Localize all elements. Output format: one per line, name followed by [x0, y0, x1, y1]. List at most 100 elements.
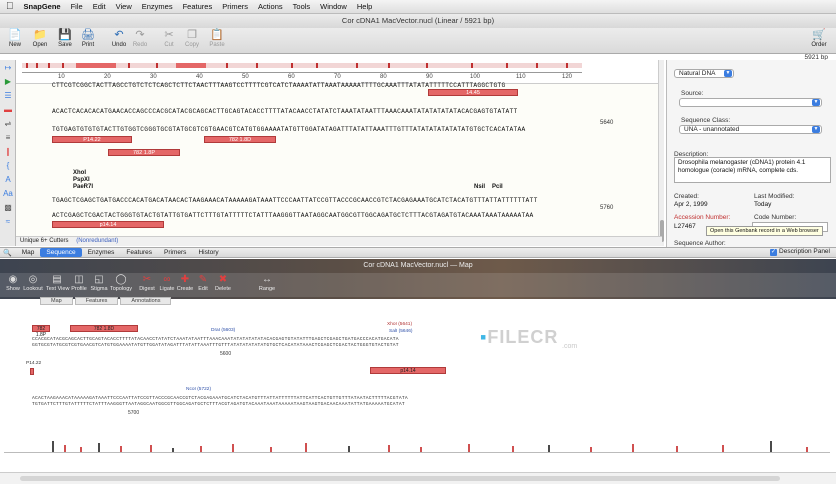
sequence-row-top[interactable]: ACACTCACACACATGAACACCAGCCCACGCATACGCAGCA… [52, 108, 518, 115]
topology-button[interactable]: ◯ Topology [110, 274, 132, 292]
enzyme-xhoi-map[interactable]: XhoI (5641) [387, 322, 412, 327]
menu-help[interactable]: Help [357, 2, 372, 11]
enzyme-ncoi-map[interactable]: NcoI (5722) [186, 387, 211, 392]
tab-features-2[interactable]: Features [74, 297, 119, 305]
tab-features[interactable]: Features [120, 248, 158, 257]
feature-p14-14-map[interactable]: p14.14 [370, 367, 446, 374]
primer-tool-icon[interactable]: ⇌ [2, 119, 14, 129]
font-tool-icon[interactable]: A [2, 175, 14, 185]
apple-icon[interactable]:  [6, 1, 14, 12]
source-select[interactable]: ▼ [679, 98, 822, 107]
enzyme-pcii[interactable]: PciI [492, 184, 503, 190]
enzyme-tool-icon[interactable]: ☰ [2, 91, 14, 101]
enzyme-set-selector[interactable]: Unique 6+ Cutters [20, 238, 69, 244]
paste-button[interactable]: 📋 Paste [204, 29, 230, 48]
tab-map[interactable]: Map [16, 248, 41, 257]
case-tool-icon[interactable]: ▩ [2, 203, 14, 213]
menu-features[interactable]: Features [183, 2, 213, 11]
map-sequence-bottom[interactable]: GGTGCGTATGCGTCGTGAACGTCATGTGGAAAATATGTTG… [32, 343, 399, 348]
tab-annotations-2[interactable]: Annotations [120, 297, 172, 305]
tab-map-2[interactable]: Map [40, 297, 73, 305]
profile-button[interactable]: ◫ Profile [68, 274, 90, 292]
redo-button[interactable]: ↷ Redo [127, 29, 153, 48]
description-panel-toggle[interactable]: ✓ Description Panel [770, 248, 830, 256]
enzyme-paer7i[interactable]: PaeR7I [73, 184, 93, 190]
second-window-title: Cor cDNA1 MacVector.nucl — Map [363, 262, 473, 269]
feature-782-1-8d-map[interactable]: 782 1.8D [70, 325, 138, 332]
brace-tool-icon[interactable]: { [2, 161, 14, 171]
sequence-row-top[interactable]: TGAGCTCGAGCTGATGACCCACATGACATAACACTAAGAA… [52, 197, 538, 204]
copy-button[interactable]: ❐ Copy [179, 29, 205, 48]
menu-file[interactable]: File [71, 2, 83, 11]
feature-p14-22-map-arrow[interactable] [30, 368, 34, 375]
feature-p14-14[interactable]: p14.14 [52, 221, 164, 228]
menu-tools[interactable]: Tools [293, 2, 311, 11]
text-icon: ▤ [52, 274, 62, 285]
order-button[interactable]: 🛒 Order [806, 29, 832, 48]
show-button[interactable]: ◉ Show [2, 274, 24, 292]
menu-actions[interactable]: Actions [258, 2, 283, 11]
open-button[interactable]: 📁 Open [27, 29, 53, 48]
feature-p14-22[interactable]: P14.22 [52, 136, 132, 143]
map-sequence-top[interactable]: ACACTAAGAAACATAAAAAGATAAATTCCCAATTATCCGT… [32, 396, 408, 401]
translation-tool-icon[interactable]: ▶ [2, 77, 14, 87]
tab-history[interactable]: History [192, 248, 224, 257]
enzyme-xhoi[interactable]: XhoI [73, 170, 86, 176]
select-tool-icon[interactable]: ↦ [2, 63, 14, 73]
sequence-row-bottom[interactable]: TGTGAGTGTGTGTACTTGTGGTCGGGTGCGTATGCGTCGT… [52, 126, 526, 133]
dna-tool-icon[interactable]: ≈ [2, 217, 14, 227]
feature-14-45[interactable]: 14.45 [428, 89, 518, 96]
feature-782-1-8p-map[interactable]: 782 1.8P [32, 325, 50, 338]
new-button[interactable]: 📄 New [2, 29, 28, 48]
stigma-button[interactable]: ◱ Stigma [88, 274, 110, 292]
delete-button[interactable]: ✖ Delete [212, 274, 234, 292]
digest-button[interactable]: ✂ Digest [136, 274, 158, 292]
sequence-row-bottom[interactable]: ACTCGAGCTCGACTACTGGGTGTACTGTATTGTGATTCTT… [52, 212, 534, 219]
map-position: 5600 [220, 351, 232, 357]
orf-tool-icon[interactable]: ≡ [2, 133, 14, 143]
enzyme-sali-map[interactable]: SalI (5646) [389, 329, 412, 334]
feature-tool-icon[interactable]: ▬ [2, 105, 14, 115]
enzyme-pspxi[interactable]: PspXI [73, 177, 90, 183]
marker-tool-icon[interactable]: ❙ [2, 147, 14, 157]
map-view[interactable]: 782 1.8P 782 1.8D DraI (5603) XhoI (5641… [0, 305, 836, 484]
sequence-author-label: Sequence Author: [674, 240, 726, 247]
sequence-view[interactable]: 10 20 30 40 50 60 70 80 90 100 110 120 C… [16, 60, 662, 246]
enzyme-set-mode[interactable]: (Nonredundant) [76, 238, 118, 244]
accession-link[interactable]: L27467 [674, 223, 696, 230]
sequence-class-select[interactable]: UNA - unannotated ▼ [679, 125, 822, 134]
feature-782-1-8d[interactable]: 782 1.8D [204, 136, 276, 143]
description-field[interactable]: Drosophila melanogaster (cDNA1) protein … [674, 157, 831, 183]
tab-enzymes[interactable]: Enzymes [82, 248, 121, 257]
print-button[interactable]: 🖨 Print [75, 29, 101, 48]
tab-sequence[interactable]: Sequence [40, 248, 82, 257]
search-icon[interactable]: 🔍 [3, 249, 12, 257]
feature-782-1-8p[interactable]: 782 1.8P [108, 149, 180, 156]
map-horizontal-scrollbar[interactable] [0, 472, 836, 484]
enzyme-set-bar: Unique 6+ Cutters (Nonredundant) [16, 236, 662, 246]
map-sequence-bottom[interactable]: TGTGATTCTTTGTATTTTTCTATTTAAGGGTTAATAGGCA… [32, 402, 405, 407]
map-sequence-top[interactable]: CCACGCATACGCAGCACTTGCAGTACACCTTTTATACAAC… [32, 337, 399, 342]
overview-marker [316, 63, 318, 68]
tab-primers[interactable]: Primers [158, 248, 192, 257]
menu-edit[interactable]: Edit [93, 2, 106, 11]
edit-button[interactable]: ✎ Edit [192, 274, 214, 292]
range-button[interactable]: ↔ Range [256, 274, 278, 292]
text-view-button[interactable]: ▤ Text View [46, 274, 69, 292]
menu-window[interactable]: Window [320, 2, 347, 11]
scroll-thumb[interactable] [20, 476, 780, 481]
save-icon: 💾 [58, 29, 72, 41]
lookout-button[interactable]: ◎ Lookout [22, 274, 44, 292]
enzyme-nsii[interactable]: NsiI [474, 184, 485, 190]
overview-marker [291, 63, 293, 68]
enzyme-drai-map[interactable]: DraI (5603) [211, 328, 235, 333]
sequence-row-top[interactable]: CTTCGTCGGCTACTTAGCCTGTCTCTCAGCTCTTCTAACT… [52, 82, 505, 89]
dna-type-select[interactable]: Natural DNA ▼ [674, 69, 734, 78]
ruler-tick: 100 [470, 74, 481, 80]
text-size-tool-icon[interactable]: Aa [2, 189, 14, 199]
menu-primers[interactable]: Primers [222, 2, 248, 11]
menu-app[interactable]: SnapGene [24, 2, 61, 11]
menu-view[interactable]: View [116, 2, 132, 11]
menu-enzymes[interactable]: Enzymes [142, 2, 173, 11]
sequence-scrollbar[interactable] [658, 60, 664, 246]
